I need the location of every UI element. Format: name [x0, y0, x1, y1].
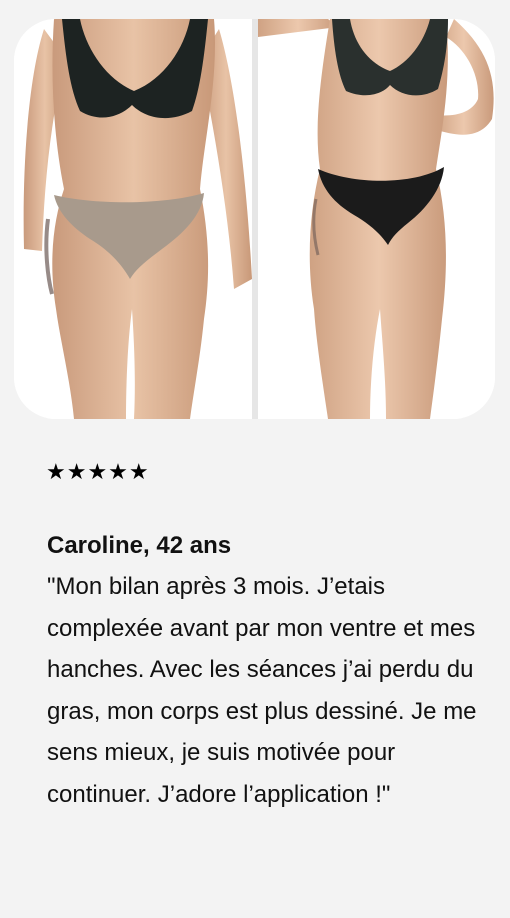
before-photo [14, 19, 252, 419]
before-after-photo [14, 19, 495, 419]
star-rating: ★★★★★ [46, 460, 150, 485]
testimonial-author: Caroline, 42 ans [47, 532, 232, 559]
after-photo [258, 19, 495, 419]
testimonial-quote: "Mon bilan après 3 mois. J’etais complex… [47, 573, 477, 808]
